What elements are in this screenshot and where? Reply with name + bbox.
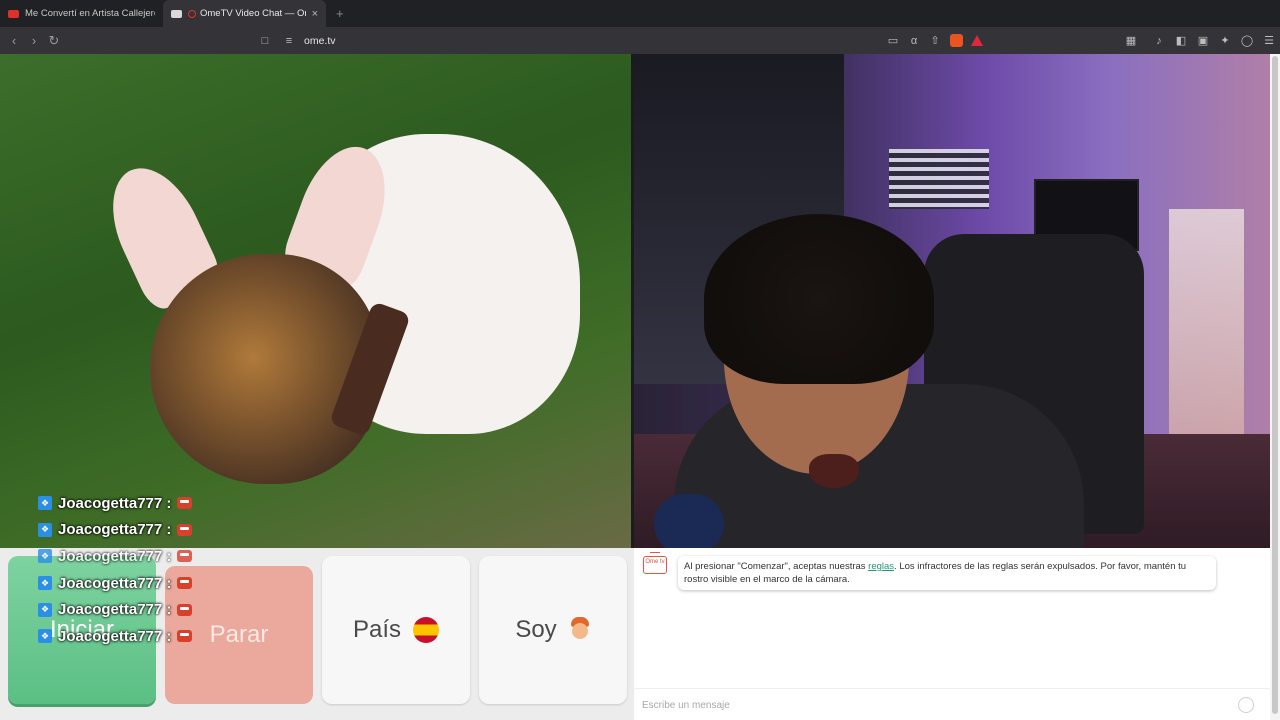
recording-icon (188, 9, 196, 18)
tab-ometv[interactable]: OmeTV Video Chat — Omeg × (163, 0, 326, 27)
country-button-label: País (352, 616, 402, 643)
tab-bar: Me Convertí en Artista Callejero co OmeT… (0, 0, 1280, 27)
gender-button-label: Soy (515, 616, 557, 643)
chat-line: ❖ Joacogetta777 : (38, 490, 278, 517)
url-text[interactable]: ome.tv (304, 35, 336, 47)
brave-rewards-icon[interactable] (968, 35, 986, 46)
emoji-icon[interactable] (1238, 697, 1254, 713)
address-actions: ▭ α ⇧ (884, 27, 986, 54)
emote-icon (177, 497, 193, 510)
new-tab-button[interactable]: + (326, 6, 354, 21)
youtube-icon (8, 9, 19, 18)
chat-username: Joacogetta777 : (58, 627, 172, 645)
emote-icon (177, 550, 193, 563)
browser-toolbar: ‹ › ↻ □ ≡ ome.tv ▭ α ⇧ ▦ ♪ ◧ ▣ ✦ ◯ ☰ (0, 27, 1280, 54)
chat-username: Joacogetta777 : (58, 547, 172, 565)
chat-username: Joacogetta777 : (58, 494, 172, 512)
self-camera-video (634, 54, 1270, 548)
rules-link[interactable]: reglas (868, 561, 894, 572)
tab-title: Me Convertí en Artista Callejero co (25, 8, 155, 19)
emote-icon (177, 630, 193, 643)
close-tab-icon[interactable]: × (312, 8, 318, 20)
country-button[interactable]: País (322, 556, 470, 704)
chat-line: ❖ Joacogetta777 : (38, 543, 278, 570)
sidebar-icon[interactable]: ◧ (1172, 34, 1190, 47)
back-icon[interactable]: ‹ (4, 33, 24, 48)
brave-shield-icon[interactable] (947, 34, 965, 47)
reader-icon[interactable]: ▦ (1122, 34, 1140, 47)
notice-text: Al presionar "Comenzar", aceptas nuestra… (684, 561, 869, 572)
chat-line: ❖ Joacogetta777 : (38, 570, 278, 597)
menu-icon[interactable]: ☰ (1260, 34, 1278, 47)
screen-icon[interactable]: ▭ (884, 34, 902, 47)
message-input-row (634, 688, 1270, 720)
leo-ai-icon[interactable]: ✦ (1216, 34, 1234, 47)
site-settings-icon[interactable]: ≡ (280, 35, 298, 47)
stranger-video (0, 54, 631, 548)
emote-icon (177, 523, 193, 536)
stream-chat-overlay: ❖ Joacogetta777 : ❖ Joacogetta777 : ❖ Jo… (38, 490, 278, 650)
badge-icon: ❖ (38, 602, 52, 617)
vpn-icon[interactable]: ◯ (1238, 34, 1256, 47)
emote-icon (177, 603, 193, 616)
chat-line: ❖ Joacogetta777 : (38, 623, 278, 650)
chat-line: ❖ Joacogetta777 : (38, 517, 278, 544)
forward-icon[interactable]: › (24, 33, 44, 48)
emote-icon (177, 577, 193, 590)
badge-icon: ❖ (38, 549, 52, 564)
page-scrollbar[interactable] (1270, 54, 1280, 720)
gender-button[interactable]: Soy (479, 556, 627, 704)
ometv-logo-icon: Ome tv (643, 552, 667, 574)
spain-flag-icon (413, 617, 440, 643)
media-icon[interactable]: ♪ (1150, 35, 1168, 47)
chat-username: Joacogetta777 : (58, 574, 172, 592)
rules-notice: Al presionar "Comenzar", aceptas nuestra… (678, 556, 1216, 590)
person-icon (569, 617, 591, 643)
badge-icon: ❖ (38, 629, 52, 644)
chat-line: ❖ Joacogetta777 : (38, 596, 278, 623)
browser-extensions: ▦ ♪ ◧ ▣ ✦ ◯ ☰ (1122, 27, 1278, 54)
badge-icon: ❖ (38, 522, 52, 537)
translate-icon[interactable]: α (905, 35, 923, 47)
chat-panel: Ome tv Al presionar "Comenzar", aceptas … (634, 548, 1270, 720)
tab-youtube[interactable]: Me Convertí en Artista Callejero co (0, 0, 163, 27)
address-bar[interactable]: □ ≡ ome.tv (256, 27, 336, 54)
badge-icon: ❖ (38, 496, 52, 511)
chat-username: Joacogetta777 : (58, 521, 172, 539)
wallet-icon[interactable]: ▣ (1194, 34, 1212, 47)
bookmark-icon[interactable]: □ (256, 35, 274, 47)
reload-icon[interactable]: ↻ (44, 33, 64, 49)
tab-title: OmeTV Video Chat — Omeg (200, 8, 306, 19)
message-input[interactable] (642, 696, 1232, 714)
mail-icon (171, 9, 182, 18)
badge-icon: ❖ (38, 576, 52, 591)
share-icon[interactable]: ⇧ (926, 34, 944, 47)
scrollbar-thumb[interactable] (1272, 56, 1278, 714)
chat-username: Joacogetta777 : (58, 601, 172, 619)
